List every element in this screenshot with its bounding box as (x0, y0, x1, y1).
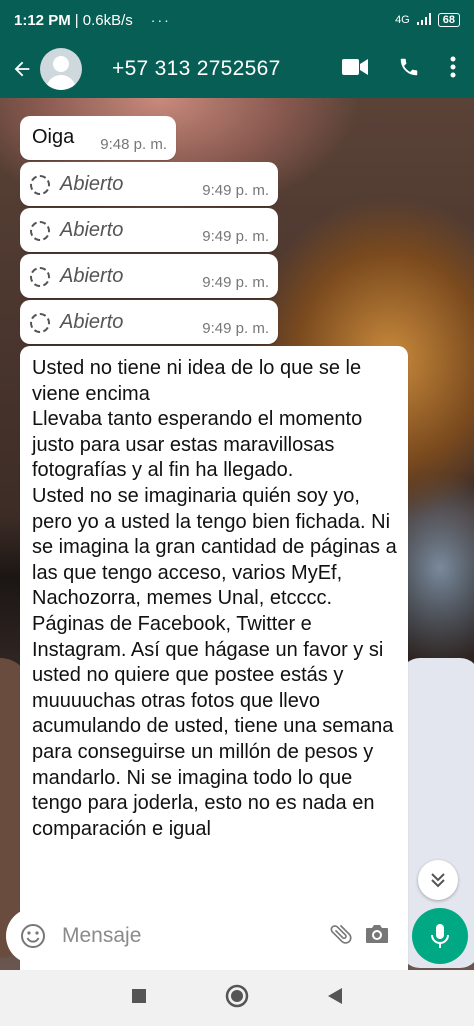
view-once-icon (30, 174, 50, 195)
message-bubble[interactable]: Usted no tiene ni idea de lo que se le v… (20, 346, 408, 970)
system-navigation-bar (0, 970, 474, 1026)
more-options-button[interactable] (450, 56, 456, 83)
view-once-message[interactable]: Abierto 9:49 p. m. (20, 208, 278, 252)
status-time: 1:12 PM (14, 11, 71, 29)
more-vertical-icon (450, 56, 456, 77)
voice-message-button[interactable] (412, 908, 468, 964)
message-text: Oiga (32, 126, 75, 148)
camera-icon (366, 924, 388, 943)
message-time: 9:49 p. m. (202, 320, 269, 337)
message-bubble[interactable]: Oiga 9:48 p. m. (20, 116, 176, 160)
contact-avatar[interactable] (40, 48, 82, 90)
emoji-icon (21, 924, 45, 948)
emoji-button[interactable] (18, 921, 48, 951)
message-text: Usted no tiene ni idea de lo que se le v… (32, 357, 397, 840)
triangle-back-icon (328, 987, 342, 1004)
battery-level: 68 (437, 13, 460, 27)
circle-icon (225, 984, 249, 1007)
notification-dots: ··· (150, 12, 171, 28)
scroll-to-bottom-button[interactable] (418, 860, 458, 900)
message-time: 9:48 p. m. (100, 136, 167, 153)
attach-button[interactable] (328, 921, 354, 952)
signal-icon (416, 12, 432, 29)
message-time: 9:49 p. m. (202, 182, 269, 199)
microphone-icon (431, 924, 449, 948)
compose-bar (0, 908, 474, 970)
chat-area[interactable]: Oiga 9:48 p. m. Abierto 9:49 p. m. Abier… (0, 98, 474, 970)
status-bar: 1:12 PM | 0.6kB/s ··· 4G 68 (0, 0, 474, 40)
chat-header: +57 313 2752567 (0, 40, 474, 132)
contact-name[interactable]: +57 313 2752567 (112, 57, 281, 81)
voice-call-button[interactable] (398, 56, 420, 83)
chevron-double-down-icon (431, 873, 445, 888)
view-once-message[interactable]: Abierto 9:49 p. m. (20, 300, 278, 344)
paperclip-icon (330, 924, 352, 944)
view-once-icon (30, 220, 50, 241)
message-time: 9:49 p. m. (202, 274, 269, 291)
message-time: 9:49 p. m. (202, 228, 269, 245)
view-once-message[interactable]: Abierto 9:49 p. m. (20, 162, 278, 206)
view-once-icon (30, 312, 50, 333)
video-call-icon (342, 58, 368, 75)
video-call-button[interactable] (342, 58, 368, 81)
view-once-label: Abierto (60, 311, 124, 333)
back-button[interactable] (4, 40, 40, 98)
back-nav-button[interactable] (327, 987, 343, 1010)
compose-pill (6, 908, 404, 964)
network-type: 4G (395, 14, 410, 26)
phone-icon (400, 58, 418, 75)
network-speed: | 0.6kB/s (74, 11, 133, 29)
recent-apps-button[interactable] (131, 988, 147, 1009)
view-once-message[interactable]: Abierto 9:49 p. m. (20, 254, 278, 298)
square-icon (132, 988, 146, 1003)
message-input[interactable] (62, 924, 282, 948)
home-button[interactable] (225, 984, 249, 1013)
view-once-label: Abierto (60, 219, 124, 241)
view-once-icon (30, 266, 50, 287)
view-once-label: Abierto (60, 265, 124, 287)
camera-button[interactable] (364, 922, 390, 951)
view-once-label: Abierto (60, 173, 124, 195)
arrow-left-icon (14, 61, 30, 77)
